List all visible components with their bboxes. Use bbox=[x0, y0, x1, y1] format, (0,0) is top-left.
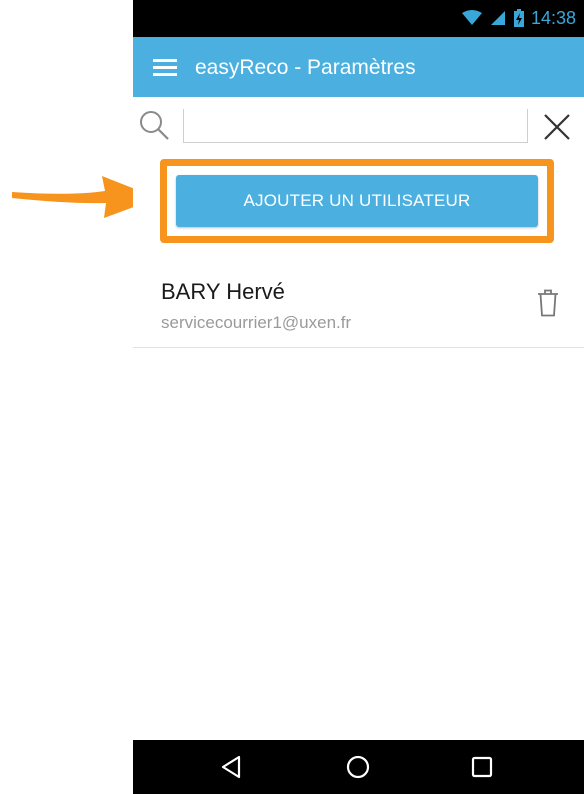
navigation-bar bbox=[133, 740, 584, 794]
menu-icon[interactable] bbox=[153, 59, 177, 76]
add-user-button[interactable]: AJOUTER UN UTILISATEUR bbox=[176, 175, 538, 227]
user-name: BARY Hervé bbox=[161, 279, 285, 304]
signal-icon bbox=[490, 11, 505, 25]
search-input[interactable] bbox=[183, 109, 528, 143]
user-email: servicecourrier1@uxen.fr bbox=[161, 313, 352, 332]
phone-screen: 14:38 easyReco - Paramètres AJOUTER UN U… bbox=[133, 0, 584, 794]
status-bar: 14:38 bbox=[133, 0, 584, 37]
wifi-icon bbox=[461, 10, 482, 25]
back-icon[interactable] bbox=[219, 754, 245, 780]
recents-icon[interactable] bbox=[469, 754, 495, 780]
home-icon[interactable] bbox=[345, 754, 371, 780]
page-title: easyReco - Paramètres bbox=[195, 56, 416, 79]
status-time: 14:38 bbox=[530, 8, 576, 28]
status-icons: 14:38 bbox=[461, 8, 576, 28]
battery-charging-icon bbox=[513, 9, 524, 27]
search-icon bbox=[140, 111, 169, 140]
trash-icon[interactable] bbox=[537, 289, 559, 317]
search-bar bbox=[133, 97, 584, 157]
app-bar: easyReco - Paramètres bbox=[133, 37, 584, 97]
list-item[interactable]: BARY Hervé servicecourrier1@uxen.fr bbox=[133, 258, 584, 348]
close-icon[interactable] bbox=[543, 113, 571, 141]
